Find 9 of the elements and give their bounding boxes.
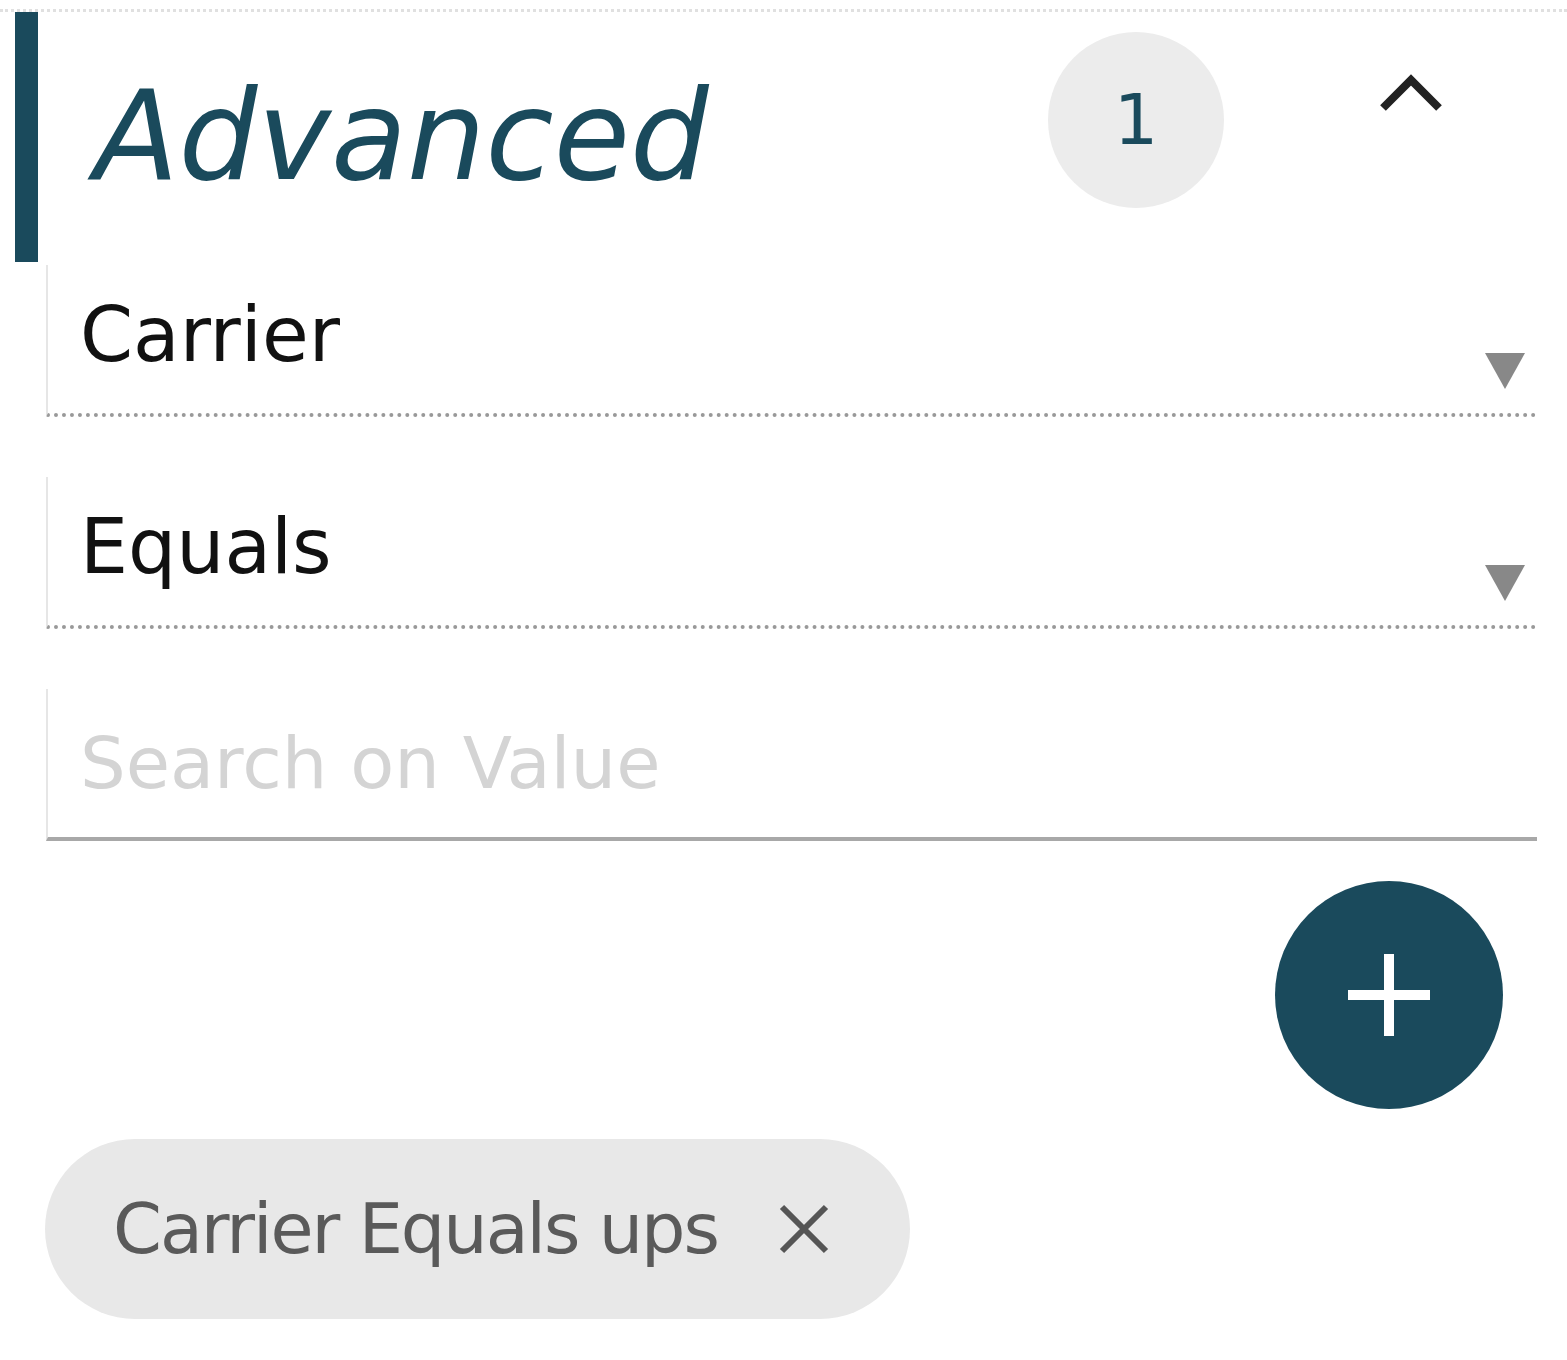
dropdown-arrow-icon: [1485, 353, 1525, 389]
section-title: Advanced: [88, 62, 733, 211]
collapse-caret-icon[interactable]: [1379, 72, 1443, 112]
dropdown-arrow-icon: [1485, 565, 1525, 601]
close-icon[interactable]: [778, 1203, 830, 1255]
dropdown-field[interactable]: Equals: [46, 477, 1537, 629]
dropdown-field[interactable]: Carrier: [46, 265, 1537, 417]
chip-label: Carrier Equals ups: [113, 1188, 718, 1270]
count-badge: 1: [1048, 32, 1224, 208]
